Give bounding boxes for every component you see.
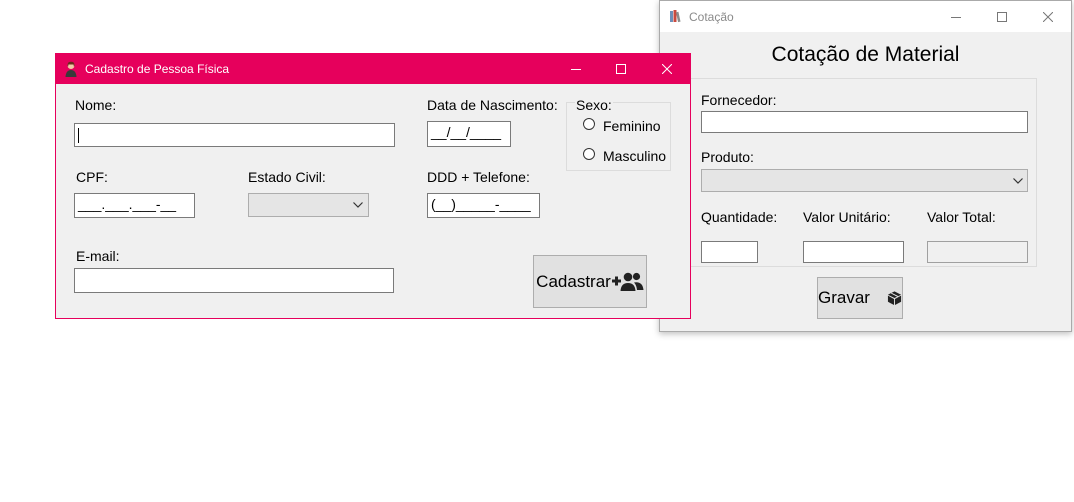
chevron-down-icon [353, 202, 363, 208]
telefone-input[interactable]: (__)_____-____ [427, 193, 540, 218]
email-input[interactable] [74, 268, 394, 293]
chevron-down-icon [1013, 178, 1023, 184]
cpf-input[interactable]: ___.___.___-__ [74, 193, 195, 218]
email-label: E-mail: [76, 248, 120, 264]
cotacao-titlebar[interactable]: Cotação [660, 1, 1071, 32]
person-app-icon [64, 61, 78, 77]
cadastro-window: Cadastro de Pessoa Física Nome: Data de … [55, 53, 691, 319]
feminino-radio[interactable] [583, 118, 595, 130]
gravar-button[interactable]: Gravar [817, 277, 903, 319]
cadastrar-button[interactable]: Cadastrar [533, 255, 647, 308]
estado-civil-select[interactable] [248, 193, 369, 217]
cotacao-window-title: Cotação [689, 10, 734, 24]
valor-total-label: Valor Total: [927, 209, 996, 225]
valor-total-input [927, 241, 1028, 263]
box-icon [887, 291, 902, 306]
books-app-icon [669, 9, 683, 23]
nome-input[interactable] [74, 123, 395, 147]
maximize-icon [997, 11, 1007, 22]
produto-select[interactable] [701, 169, 1028, 192]
close-icon [662, 64, 672, 74]
cadastrar-button-label: Cadastrar [536, 271, 611, 291]
text-cursor [78, 127, 79, 143]
produto-label: Produto: [701, 149, 754, 165]
fornecedor-input[interactable] [701, 111, 1028, 133]
feminino-label[interactable]: Feminino [603, 118, 661, 134]
maximize-button[interactable] [979, 1, 1025, 32]
masculino-radio[interactable] [583, 148, 595, 160]
estado-civil-label: Estado Civil: [248, 169, 326, 185]
quantidade-label: Quantidade: [701, 209, 778, 225]
minimize-button[interactable] [933, 1, 979, 32]
close-button[interactable] [1025, 1, 1071, 32]
cotacao-window: Cotação Cotação de Material Fornecedor: … [659, 0, 1072, 332]
add-users-icon [611, 272, 644, 291]
minimize-icon [571, 69, 581, 70]
valor-unitario-label: Valor Unitário: [803, 209, 891, 225]
close-button[interactable] [644, 54, 690, 84]
valor-unitario-input[interactable] [803, 241, 904, 263]
close-icon [1043, 11, 1053, 22]
cpf-label: CPF: [76, 169, 108, 185]
maximize-button[interactable] [598, 54, 644, 84]
data-nascimento-label: Data de Nascimento: [427, 97, 558, 113]
masculino-label[interactable]: Masculino [603, 148, 666, 164]
sexo-label: Sexo: [575, 97, 613, 113]
maximize-icon [616, 64, 626, 74]
gravar-button-label: Gravar [818, 288, 870, 307]
cadastro-titlebar[interactable]: Cadastro de Pessoa Física [56, 54, 690, 84]
minimize-icon [951, 16, 961, 18]
telefone-label: DDD + Telefone: [427, 169, 530, 185]
data-nascimento-input[interactable]: __/__/____ [427, 121, 511, 147]
nome-label: Nome: [75, 97, 117, 113]
fornecedor-label: Fornecedor: [701, 92, 777, 108]
cadastro-window-title: Cadastro de Pessoa Física [85, 62, 230, 76]
minimize-button[interactable] [553, 54, 599, 84]
cotacao-heading: Cotação de Material [771, 43, 960, 66]
quantidade-input[interactable] [701, 241, 758, 263]
